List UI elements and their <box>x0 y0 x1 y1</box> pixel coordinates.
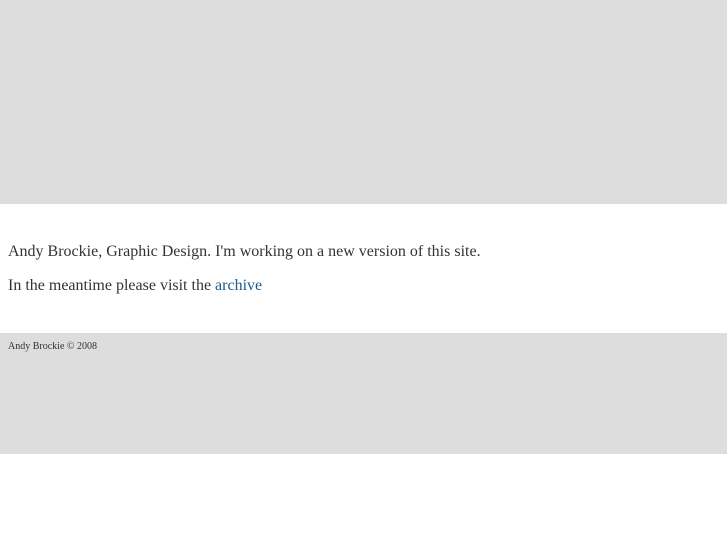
meantime-line: In the meantime please visit the archive <box>8 276 262 296</box>
meantime-prefix: In the meantime please visit the <box>8 277 216 294</box>
footer-band: Andy Brockie © 2008 <box>0 333 727 454</box>
archive-link[interactable]: archive <box>215 277 262 294</box>
intro-text: Andy Brockie, Graphic Design. I'm workin… <box>8 243 481 260</box>
main-content: Andy Brockie, Graphic Design. I'm workin… <box>0 204 727 333</box>
header-band <box>0 0 727 204</box>
copyright-text: Andy Brockie © 2008 <box>8 341 97 352</box>
